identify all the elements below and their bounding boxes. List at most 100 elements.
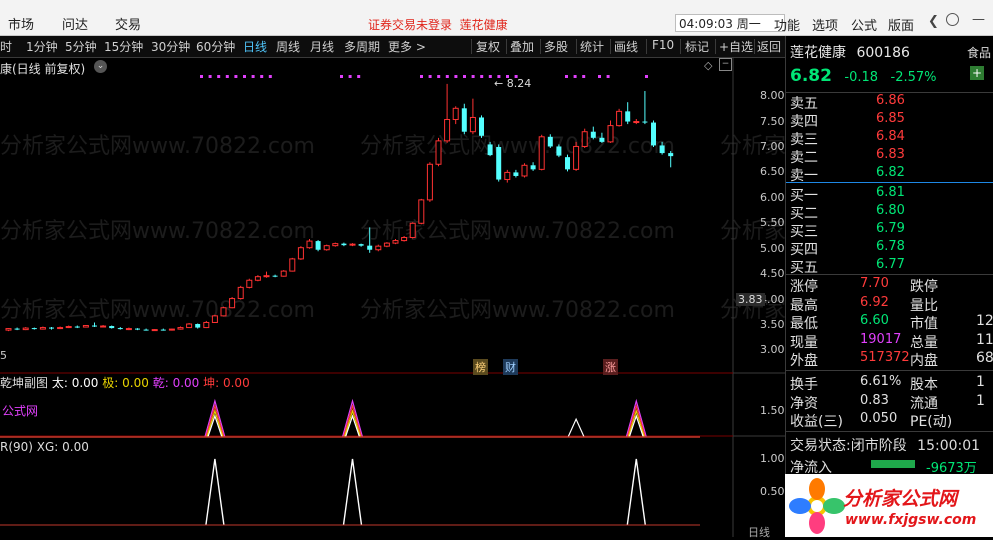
stock-code: 600186	[856, 45, 910, 61]
ask-row-label: 卖三	[790, 132, 818, 148]
net-inflow-bar	[871, 460, 915, 468]
diamond-icon[interactable]: ◇	[704, 59, 712, 72]
candle-body	[444, 119, 451, 142]
period-30min[interactable]: 30分钟	[151, 38, 190, 55]
window-more-icon[interactable]: —	[972, 12, 985, 27]
stock-chart[interactable]: 分析家公式网www.70822.com 分析家公式网www.70822.com 分析…	[0, 57, 785, 537]
signal-dot	[645, 75, 648, 78]
period-60min[interactable]: 60分钟	[196, 38, 235, 55]
candle-body	[332, 243, 339, 247]
trade-status: 交易状态:闭市阶段 15:00:01	[790, 435, 980, 455]
statistics-button[interactable]: 统计	[580, 38, 604, 55]
menu-options[interactable]: 选项	[812, 15, 838, 34]
stat2-row-value1: 0.83	[860, 392, 889, 408]
period-daily[interactable]: 日线	[243, 38, 267, 55]
candle-body	[160, 329, 166, 331]
bid-row[interactable]: 买三 6.79	[790, 221, 905, 241]
badge-limit-up[interactable]: 涨	[603, 359, 618, 375]
toolbar-divider	[646, 39, 647, 54]
indicator1-title: 乾坤副图	[0, 376, 49, 390]
tab-wenda[interactable]: 问达	[62, 14, 88, 33]
ask-row[interactable]: 卖二 6.83	[790, 147, 905, 167]
bid-row[interactable]: 买一 6.81	[790, 185, 905, 205]
restore-rights-button[interactable]: 复权	[476, 38, 500, 55]
candle-body	[323, 245, 330, 251]
indicator1-header[interactable]: 乾坤副图 太: 0.00 极: 0.00 乾: 0.00 坤: 0.00	[0, 374, 250, 391]
chevron-left-icon[interactable]: ❮	[928, 14, 939, 29]
draw-line-button[interactable]: 画线	[614, 38, 638, 55]
price-tick-label: 6.50	[760, 165, 785, 179]
menu-function[interactable]: 功能	[774, 15, 800, 34]
bid-row[interactable]: 买二 6.80	[790, 203, 905, 223]
multi-stock-button[interactable]: 多股	[544, 38, 568, 55]
stat2-row-label1: 收益(三)	[790, 414, 843, 430]
f10-button[interactable]: F10	[652, 38, 674, 52]
stat-row-value1: 7.70	[860, 276, 889, 291]
candle-body	[186, 323, 193, 329]
mark-button[interactable]: 标记	[685, 38, 709, 55]
candle-body	[642, 121, 648, 123]
candle-body	[297, 247, 304, 260]
candle-body	[573, 145, 580, 170]
collapse-icon[interactable]: −	[719, 58, 732, 71]
trade-status-time: 15:00:01	[917, 438, 981, 454]
menu-layout[interactable]: 版面	[888, 15, 914, 34]
ask-row[interactable]: 卖三 6.84	[790, 129, 905, 149]
signal-dot	[428, 75, 432, 78]
ask-row[interactable]: 卖四 6.85	[790, 111, 905, 131]
candle-body	[220, 307, 227, 317]
candle-body	[367, 245, 373, 250]
indicator1-peak	[567, 417, 585, 438]
candle-body	[229, 298, 236, 309]
signal-dot	[573, 75, 577, 78]
login-warning[interactable]: 证券交易未登录 莲花健康	[368, 16, 508, 33]
ask-row[interactable]: 卖五 6.86	[790, 93, 905, 113]
sector-label[interactable]: 食品	[967, 44, 991, 61]
stat-row-value1: 6.60	[860, 313, 889, 328]
period-weekly[interactable]: 周线	[276, 38, 300, 55]
stat-row-value2: 11	[976, 331, 993, 348]
signal-dot	[606, 75, 610, 78]
add-watchlist-button[interactable]: +自选	[719, 38, 753, 55]
candle-body	[358, 244, 364, 246]
candle-body	[496, 146, 502, 180]
period-more[interactable]: 更多 >	[388, 38, 426, 55]
candle-body	[203, 321, 210, 329]
overlay-button[interactable]: 叠加	[510, 38, 534, 55]
candle-body	[651, 122, 656, 146]
toolbar-divider	[471, 39, 472, 54]
candle-body	[469, 116, 476, 133]
candle-body	[504, 171, 511, 181]
candle-body	[14, 328, 20, 330]
menu-formula[interactable]: 公式	[851, 15, 877, 34]
tab-market[interactable]: 市场	[8, 14, 34, 33]
signal-dot	[260, 75, 264, 78]
back-button[interactable]: 返回	[757, 38, 781, 55]
period-15min[interactable]: 15分钟	[104, 38, 143, 55]
badge-finance[interactable]: 财	[503, 359, 518, 375]
period-5min[interactable]: 5分钟	[65, 38, 97, 55]
badge-ranking[interactable]: 榜	[473, 359, 488, 375]
candle-body	[375, 245, 382, 251]
indicator1-side-label: 公式网	[2, 404, 39, 418]
stat-row-value2: 12	[976, 313, 993, 329]
period-toolbar: 时 1分钟 5分钟 15分钟 30分钟 60分钟 日线 周线 月线 多周期 更多…	[0, 36, 785, 58]
period-tick[interactable]: 时	[0, 38, 12, 55]
user-icon[interactable]	[946, 13, 959, 26]
period-1min[interactable]: 1分钟	[26, 38, 58, 55]
candle-body	[237, 286, 244, 300]
price-tick-label: 8.00	[760, 89, 785, 103]
indicator2-title[interactable]: R(90) XG: 0.00	[0, 440, 89, 454]
candle-body	[177, 327, 184, 330]
price-tick-label: 4.50	[760, 267, 785, 281]
chevron-down-icon[interactable]: ⌄	[94, 60, 107, 73]
bid-row[interactable]: 买四 6.78	[790, 239, 905, 259]
period-monthly[interactable]: 月线	[310, 38, 334, 55]
price-change: -0.18	[844, 70, 879, 85]
signal-dot	[234, 75, 238, 78]
tab-trade[interactable]: 交易	[115, 14, 141, 33]
signal-dot	[565, 75, 568, 78]
watermark-text: 分析家公式网www.70822.com	[360, 134, 675, 159]
period-multi[interactable]: 多周期	[344, 38, 380, 55]
add-icon[interactable]: +	[970, 66, 984, 80]
